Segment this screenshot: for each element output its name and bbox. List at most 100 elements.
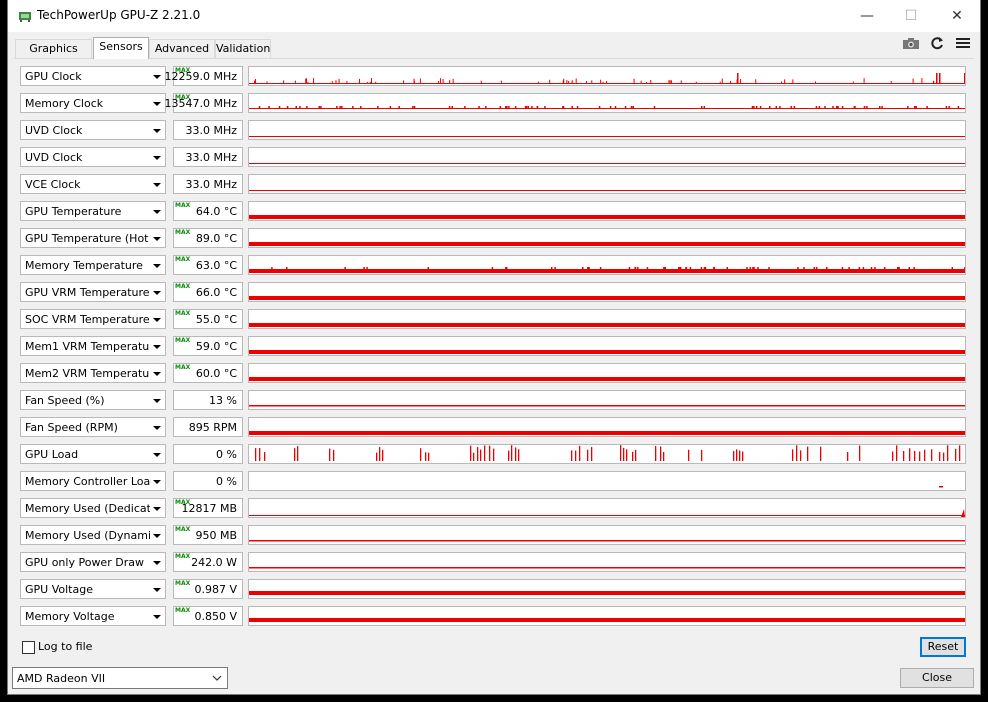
sensors-panel: GPU Clock MAX 12259.0 MHz Memory Clock MAX 13…: [14, 58, 974, 659]
sensor-select[interactable]: GPU VRM Temperature: [20, 282, 166, 302]
sensor-graph: [248, 66, 966, 86]
sensor-select[interactable]: GPU Load: [20, 444, 166, 464]
dropdown-arrow-icon: [153, 561, 161, 565]
max-indicator: MAX: [175, 607, 191, 614]
max-indicator: MAX: [175, 202, 191, 209]
sensor-graph-plot: [249, 190, 965, 191]
sensor-graph: [248, 471, 966, 491]
sensor-select[interactable]: Memory Clock: [20, 93, 166, 113]
sensor-row: GPU VRM Temperature MAX 66.0 °C: [20, 282, 968, 304]
sensor-graph-plot: [249, 618, 965, 622]
sensor-graph-plot: [249, 591, 965, 595]
sensor-select[interactable]: Mem1 VRM Temperature: [20, 336, 166, 356]
sensor-graph-plot: [249, 509, 965, 517]
sensor-graph: [248, 336, 966, 356]
sensor-select[interactable]: Mem2 VRM Temperature: [20, 363, 166, 383]
sensor-select[interactable]: GPU Clock: [20, 66, 166, 86]
sensor-graph-plot: [249, 377, 965, 381]
sensor-select[interactable]: SOC VRM Temperature: [20, 309, 166, 329]
sensor-graph: [248, 444, 966, 464]
sensor-select[interactable]: GPU Voltage: [20, 579, 166, 599]
sensor-value-box: MAX 12259.0 MHz: [164, 66, 243, 86]
log-to-file-checkbox[interactable]: [22, 641, 35, 654]
sensor-value: 0 %: [216, 475, 237, 488]
dropdown-arrow-icon: [153, 264, 161, 268]
sensor-row: GPU Voltage MAX 0.987 V: [20, 579, 968, 601]
sensor-row: UVD Clock 33.0 MHz: [20, 147, 968, 169]
sensor-select[interactable]: Memory Voltage: [20, 606, 166, 626]
sensor-label: GPU Temperature: [25, 205, 122, 218]
sensor-select[interactable]: UVD Clock: [20, 120, 166, 140]
sensor-label: Memory Controller Load: [25, 475, 150, 488]
dropdown-arrow-icon: [153, 453, 161, 457]
sensor-select[interactable]: Memory Temperature: [20, 255, 166, 275]
sensor-value-box: MAX 59.0 °C: [173, 336, 243, 356]
sensor-select[interactable]: GPU Temperature (Hot Spot): [20, 228, 166, 248]
sensor-value: 64.0 °C: [195, 205, 237, 218]
sensor-select[interactable]: UVD Clock: [20, 147, 166, 167]
sensor-graph: [248, 363, 966, 383]
sensor-row: Mem1 VRM Temperature MAX 59.0 °C: [20, 336, 968, 358]
sensor-label: Fan Speed (RPM): [25, 421, 118, 434]
dropdown-arrow-icon: [153, 426, 161, 430]
sensor-row: Fan Speed (RPM) 895 RPM: [20, 417, 968, 439]
refresh-icon[interactable]: [926, 34, 948, 52]
sensor-select[interactable]: Fan Speed (%): [20, 390, 166, 410]
sensor-label: GPU Voltage: [25, 583, 93, 596]
dropdown-arrow-icon: [153, 345, 161, 349]
gpu-select-value: AMD Radeon VII: [17, 672, 106, 685]
sensor-select[interactable]: Memory Used (Dynamic): [20, 525, 166, 545]
sensor-select[interactable]: GPU Temperature: [20, 201, 166, 221]
sensor-value-box: 0 %: [173, 471, 243, 491]
tab-advanced[interactable]: Advanced: [149, 39, 215, 58]
chevron-down-icon: [212, 675, 222, 681]
sensor-select[interactable]: GPU only Power Draw: [20, 552, 166, 572]
sensor-graph: [248, 228, 966, 248]
max-indicator: MAX: [175, 364, 191, 371]
sensor-label: Memory Used (Dynamic): [25, 529, 150, 542]
sensor-graph: [248, 255, 966, 275]
sensor-value: 895 RPM: [188, 421, 237, 434]
dropdown-arrow-icon: [153, 156, 161, 160]
max-indicator: MAX: [175, 337, 191, 344]
window-title: TechPowerUp GPU-Z 2.21.0: [37, 8, 201, 22]
sensor-select[interactable]: Memory Used (Dedicated): [20, 498, 166, 518]
sensor-label: UVD Clock: [25, 124, 83, 137]
gpu-select[interactable]: AMD Radeon VII: [12, 667, 228, 689]
sensor-graph: [248, 174, 966, 194]
sensor-graph: [248, 579, 966, 599]
sensor-graph: [248, 147, 966, 167]
tab-sensors[interactable]: Sensors: [93, 37, 149, 59]
dropdown-arrow-icon: [153, 291, 161, 295]
menu-icon[interactable]: [952, 34, 974, 52]
sensor-value: 12817 MB: [181, 502, 237, 515]
gpuz-app-icon: [19, 12, 31, 22]
minimize-button[interactable]: —: [844, 0, 890, 32]
gpuz-window: TechPowerUp GPU-Z 2.21.0 — ☐ ✕ Graphics …: [8, 0, 980, 694]
close-window-button[interactable]: ✕: [934, 0, 980, 32]
sensor-select[interactable]: VCE Clock: [20, 174, 166, 194]
camera-icon[interactable]: [900, 34, 922, 52]
tab-validation[interactable]: Validation: [215, 39, 271, 58]
sensor-label: Fan Speed (%): [25, 394, 105, 407]
sensor-row: Memory Clock MAX 13547.0 MHz: [20, 93, 968, 115]
sensor-value-box: 33.0 MHz: [173, 147, 243, 167]
sensor-graph-plot: [249, 296, 965, 300]
dropdown-arrow-icon: [153, 615, 161, 619]
reset-button[interactable]: Reset: [920, 637, 966, 657]
close-button[interactable]: Close: [900, 668, 974, 688]
sensor-value: 89.0 °C: [195, 232, 237, 245]
sensor-select[interactable]: Fan Speed (RPM): [20, 417, 166, 437]
sensor-label: GPU VRM Temperature: [25, 286, 150, 299]
tab-graphics-card[interactable]: Graphics Card: [15, 39, 92, 73]
sensor-select[interactable]: Memory Controller Load: [20, 471, 166, 491]
dropdown-arrow-icon: [153, 183, 161, 187]
sensor-graph-plot: [249, 163, 965, 164]
max-indicator: MAX: [175, 310, 191, 317]
dropdown-arrow-icon: [153, 75, 161, 79]
sensor-row: Memory Voltage MAX 0.850 V: [20, 606, 968, 628]
maximize-button[interactable]: ☐: [888, 0, 934, 32]
sensor-graph: [248, 309, 966, 329]
sensor-label: VCE Clock: [25, 178, 81, 191]
sensor-value-box: MAX 242.0 W: [173, 552, 243, 572]
